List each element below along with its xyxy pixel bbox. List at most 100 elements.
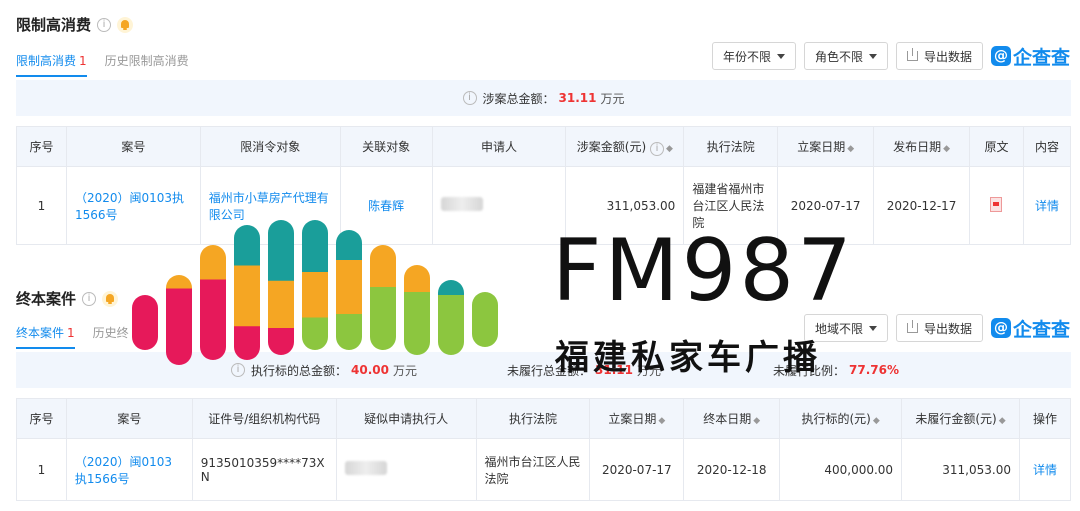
col-header: 限消令对象 bbox=[199, 126, 341, 167]
watermark-bar-segment bbox=[472, 292, 498, 347]
watermark-bar-segment bbox=[268, 328, 294, 355]
case-number-link[interactable]: （2020）闽0103执1566号 bbox=[65, 438, 193, 501]
detail-link[interactable]: 详情 bbox=[1022, 166, 1072, 245]
col-header: 序号 bbox=[16, 126, 67, 167]
qcc-logo-icon: @ bbox=[990, 318, 1011, 338]
col-header: 证件号/组织机构代码 bbox=[191, 398, 337, 439]
watermark-bar-segment bbox=[234, 225, 260, 266]
col-header-filed[interactable]: 立案日期 ◆ bbox=[777, 126, 875, 167]
col-header: 原文 bbox=[969, 126, 1024, 167]
info-icon[interactable]: i bbox=[97, 17, 112, 32]
restriction-tabs: 限制高消费 1 历史限制高消费 bbox=[16, 52, 189, 77]
caret-down-icon bbox=[776, 53, 785, 59]
detail-link[interactable]: 详情 bbox=[1018, 438, 1072, 501]
watermark-bar-segment bbox=[200, 279, 226, 360]
export-button[interactable]: 导出数据 bbox=[895, 42, 983, 70]
watermark-bar-segment bbox=[268, 280, 294, 329]
terminated-title: 终本案件 bbox=[16, 290, 77, 308]
sort-icon: ◆ bbox=[665, 143, 673, 154]
watermark-bar-segment bbox=[302, 220, 328, 273]
export-button[interactable]: 导出数据 bbox=[895, 314, 983, 342]
watermark-bar-segment bbox=[370, 245, 396, 288]
exec-amount-cell: 400,000.00 bbox=[779, 438, 903, 501]
watermark-bar-segment bbox=[438, 295, 464, 355]
watermark-bar-segment bbox=[268, 220, 294, 282]
col-header-exec[interactable]: 执行标的(元) ◆ bbox=[779, 398, 903, 439]
col-header-filed[interactable]: 立案日期 ◆ bbox=[589, 398, 685, 439]
ended-date-cell: 2020-12-18 bbox=[683, 438, 781, 501]
col-header: 执行法院 bbox=[475, 398, 591, 439]
summary-unit: 万元 bbox=[600, 91, 625, 106]
watermark-bar bbox=[302, 220, 328, 350]
col-header-ended[interactable]: 终本日期 ◆ bbox=[683, 398, 781, 439]
watermark-bar-segment bbox=[234, 265, 260, 327]
col-header: 案号 bbox=[65, 398, 193, 439]
watermark-bar-segment bbox=[166, 288, 192, 365]
bell-icon[interactable] bbox=[117, 16, 134, 33]
year-filter-dropdown[interactable]: 年份不限 bbox=[711, 42, 796, 70]
sort-icon: ◆ bbox=[847, 144, 855, 154]
bell-icon[interactable] bbox=[102, 290, 119, 307]
table-row: 1 （2020）闽0103执1566号 9135010359****73XN 福… bbox=[16, 438, 1072, 501]
col-header: 关联对象 bbox=[339, 126, 433, 167]
filed-date-cell: 2020-07-17 bbox=[589, 438, 685, 501]
court-cell: 福州市台江区人民法院 bbox=[475, 438, 591, 501]
summary-amount: 31.11 bbox=[558, 91, 597, 105]
published-date-cell: 2020-12-17 bbox=[873, 166, 971, 245]
role-filter-dropdown[interactable]: 角色不限 bbox=[803, 42, 888, 70]
watermark-bar-segment bbox=[336, 314, 362, 350]
watermark-bar bbox=[404, 265, 430, 355]
col-header: 申请人 bbox=[431, 126, 567, 167]
qcc-logo: @ 企查查 bbox=[990, 43, 1070, 70]
col-header: 执行法院 bbox=[683, 126, 779, 167]
summary-label: 涉案总金额： bbox=[482, 91, 555, 106]
col-header-unpaid[interactable]: 未履行金额(元) ◆ bbox=[901, 398, 1020, 439]
watermark-bar-segment bbox=[336, 230, 362, 261]
terminated-tabs: 终本案件 1 历史终 bbox=[16, 324, 129, 349]
row-number: 1 bbox=[16, 438, 67, 501]
download-icon bbox=[906, 48, 918, 61]
caret-down-icon bbox=[868, 325, 877, 331]
pdf-icon[interactable] bbox=[990, 196, 1003, 212]
blurred-applicant bbox=[344, 461, 387, 475]
original-cell[interactable] bbox=[969, 166, 1024, 245]
watermark-bar-segment bbox=[132, 295, 158, 350]
watermark-bar-segment bbox=[302, 272, 328, 318]
watermark-bar-segment bbox=[234, 326, 260, 360]
watermark-bar bbox=[336, 230, 362, 350]
watermark-bar-segment bbox=[302, 317, 328, 350]
restriction-summary: i 涉案总金额： 31.11 万元 bbox=[16, 80, 1071, 116]
tab-restriction[interactable]: 限制高消费 1 bbox=[16, 52, 87, 77]
qcc-logo-icon: @ bbox=[990, 46, 1011, 66]
terminated-title-row: 终本案件 i bbox=[16, 288, 119, 309]
watermark-bar bbox=[234, 225, 260, 360]
restriction-title-row: 限制高消费 i bbox=[16, 14, 134, 35]
restriction-title: 限制高消费 bbox=[16, 16, 92, 34]
blurred-applicant bbox=[440, 197, 483, 211]
applicant-cell bbox=[335, 438, 477, 501]
col-header-amount[interactable]: 涉案金额(元) i ◆ bbox=[565, 126, 685, 167]
watermark-bar-segment bbox=[404, 292, 430, 355]
info-icon[interactable]: i bbox=[82, 291, 97, 306]
tab-history-restriction[interactable]: 历史限制高消费 bbox=[105, 52, 189, 77]
id-code-cell: 9135010359****73XN bbox=[191, 438, 337, 501]
watermark-bar bbox=[132, 295, 158, 350]
sort-icon: ◆ bbox=[998, 416, 1006, 426]
tab-terminated[interactable]: 终本案件 1 bbox=[16, 324, 75, 349]
restriction-toolbar: 年份不限 角色不限 导出数据 @ 企查查 bbox=[711, 42, 1070, 70]
info-icon: i bbox=[462, 91, 477, 105]
watermark-bar bbox=[438, 280, 464, 355]
watermark-title: FM987 bbox=[552, 221, 855, 321]
col-header-published[interactable]: 发布日期 ◆ bbox=[873, 126, 971, 167]
watermark-bar-segment bbox=[166, 275, 192, 289]
info-icon: i bbox=[649, 141, 664, 156]
sort-icon: ◆ bbox=[943, 144, 951, 154]
download-icon bbox=[906, 320, 918, 333]
col-header: 疑似申请执行人 bbox=[335, 398, 477, 439]
terminated-table: 序号 案号 证件号/组织机构代码 疑似申请执行人 执行法院 立案日期 ◆ 终本日期… bbox=[16, 398, 1072, 501]
col-header: 内容 bbox=[1022, 126, 1072, 167]
watermark-bar-segment bbox=[438, 280, 464, 296]
col-header: 操作 bbox=[1018, 398, 1072, 439]
col-header: 序号 bbox=[16, 398, 67, 439]
table-header: 序号 案号 限消令对象 关联对象 申请人 涉案金额(元) i ◆ 执行法院 立案日… bbox=[16, 126, 1072, 167]
